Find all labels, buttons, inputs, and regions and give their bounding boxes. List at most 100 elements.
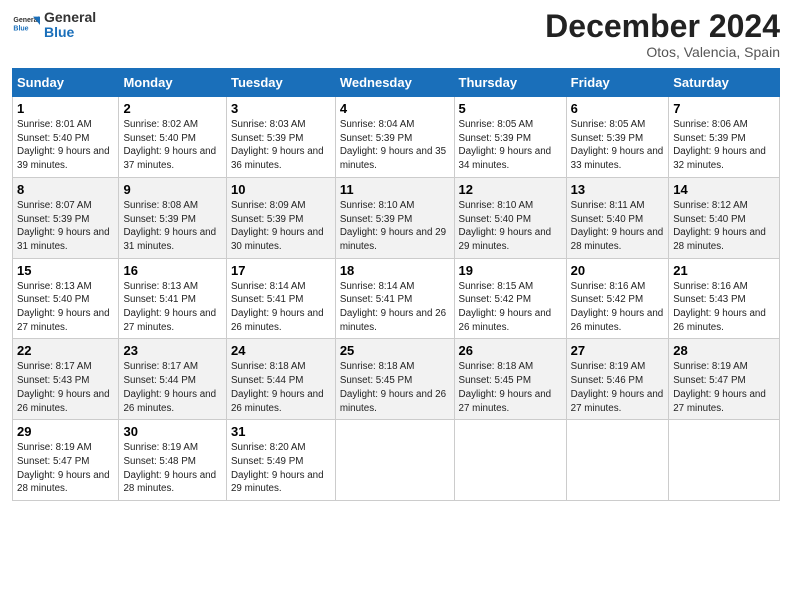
day-number: 19 <box>459 263 562 278</box>
cell-info: Sunrise: 8:16 AMSunset: 5:42 PMDaylight:… <box>571 281 664 333</box>
calendar-cell: 7Sunrise: 8:06 AMSunset: 5:39 PMDaylight… <box>669 97 780 178</box>
cell-info: Sunrise: 8:18 AMSunset: 5:44 PMDaylight:… <box>231 361 324 413</box>
column-header-friday: Friday <box>566 69 669 97</box>
day-number: 5 <box>459 101 562 116</box>
day-number: 27 <box>571 343 665 358</box>
calendar-cell <box>454 420 566 501</box>
day-number: 31 <box>231 424 331 439</box>
cell-info: Sunrise: 8:08 AMSunset: 5:39 PMDaylight:… <box>123 200 216 252</box>
calendar-table: SundayMondayTuesdayWednesdayThursdayFrid… <box>12 68 780 501</box>
calendar-cell: 27 Sunrise: 8:19 AMSunset: 5:46 PMDayligh… <box>566 339 669 420</box>
calendar-cell: 1 Sunrise: 8:01 AMSunset: 5:40 PMDaylight… <box>13 97 119 178</box>
day-number: 29 <box>17 424 114 439</box>
calendar-cell: 10 Sunrise: 8:09 AMSunset: 5:39 PMDayligh… <box>226 177 335 258</box>
day-number: 11 <box>340 182 450 197</box>
column-header-monday: Monday <box>119 69 227 97</box>
day-number: 10 <box>231 182 331 197</box>
week-row-5: 29Sunrise: 8:19 AMSunset: 5:47 PMDayligh… <box>13 420 780 501</box>
calendar-cell: 8Sunrise: 8:07 AMSunset: 5:39 PMDaylight… <box>13 177 119 258</box>
cell-info: Sunrise: 8:04 AMSunset: 5:39 PMDaylight:… <box>340 119 446 171</box>
day-number: 23 <box>123 343 222 358</box>
cell-info: Sunrise: 8:02 AMSunset: 5:40 PMDaylight:… <box>123 119 216 171</box>
calendar-cell: 18 Sunrise: 8:14 AMSunset: 5:41 PMDayligh… <box>335 258 454 339</box>
calendar-cell: 24 Sunrise: 8:18 AMSunset: 5:44 PMDayligh… <box>226 339 335 420</box>
calendar-cell: 5Sunrise: 8:05 AMSunset: 5:39 PMDaylight… <box>454 97 566 178</box>
cell-info: Sunrise: 8:19 AMSunset: 5:46 PMDaylight:… <box>571 361 664 413</box>
day-number: 25 <box>340 343 450 358</box>
calendar-cell: 16 Sunrise: 8:13 AMSunset: 5:41 PMDayligh… <box>119 258 227 339</box>
day-number: 9 <box>123 182 222 197</box>
column-header-saturday: Saturday <box>669 69 780 97</box>
day-number: 24 <box>231 343 331 358</box>
cell-info: Sunrise: 8:10 AMSunset: 5:39 PMDaylight:… <box>340 200 446 252</box>
cell-info: Sunrise: 8:15 AMSunset: 5:42 PMDaylight:… <box>459 281 552 333</box>
calendar-cell: 23Sunrise: 8:17 AMSunset: 5:44 PMDayligh… <box>119 339 227 420</box>
cell-info: Sunrise: 8:14 AMSunset: 5:41 PMDaylight:… <box>340 281 446 333</box>
calendar-cell: 12 Sunrise: 8:10 AMSunset: 5:40 PMDayligh… <box>454 177 566 258</box>
calendar-cell: 9 Sunrise: 8:08 AMSunset: 5:39 PMDaylight… <box>119 177 227 258</box>
calendar-cell: 26 Sunrise: 8:18 AMSunset: 5:45 PMDayligh… <box>454 339 566 420</box>
cell-info: Sunrise: 8:01 AMSunset: 5:40 PMDaylight:… <box>17 119 110 171</box>
calendar-cell: 25 Sunrise: 8:18 AMSunset: 5:45 PMDayligh… <box>335 339 454 420</box>
calendar-cell <box>669 420 780 501</box>
calendar-cell <box>335 420 454 501</box>
day-number: 12 <box>459 182 562 197</box>
day-number: 6 <box>571 101 665 116</box>
day-number: 14 <box>673 182 775 197</box>
calendar-cell <box>566 420 669 501</box>
cell-info: Sunrise: 8:17 AMSunset: 5:43 PMDaylight:… <box>17 361 110 413</box>
cell-info: Sunrise: 8:14 AMSunset: 5:41 PMDaylight:… <box>231 281 324 333</box>
cell-info: Sunrise: 8:20 AMSunset: 5:49 PMDaylight:… <box>231 442 324 494</box>
day-number: 18 <box>340 263 450 278</box>
calendar-cell: 29Sunrise: 8:19 AMSunset: 5:47 PMDayligh… <box>13 420 119 501</box>
calendar-cell: 31 Sunrise: 8:20 AMSunset: 5:49 PMDayligh… <box>226 420 335 501</box>
main-container: General Blue General Blue December 2024 … <box>0 0 792 509</box>
svg-text:Blue: Blue <box>13 26 28 33</box>
day-number: 21 <box>673 263 775 278</box>
title-block: December 2024 Otos, Valencia, Spain <box>545 10 780 60</box>
calendar-cell: 15Sunrise: 8:13 AMSunset: 5:40 PMDayligh… <box>13 258 119 339</box>
day-number: 28 <box>673 343 775 358</box>
calendar-cell: 19 Sunrise: 8:15 AMSunset: 5:42 PMDayligh… <box>454 258 566 339</box>
day-number: 13 <box>571 182 665 197</box>
logo-text: General Blue <box>44 10 96 41</box>
cell-info: Sunrise: 8:12 AMSunset: 5:40 PMDaylight:… <box>673 200 766 252</box>
calendar-cell: 3 Sunrise: 8:03 AMSunset: 5:39 PMDaylight… <box>226 97 335 178</box>
calendar-cell: 11 Sunrise: 8:10 AMSunset: 5:39 PMDayligh… <box>335 177 454 258</box>
day-number: 20 <box>571 263 665 278</box>
header-row: SundayMondayTuesdayWednesdayThursdayFrid… <box>13 69 780 97</box>
cell-info: Sunrise: 8:16 AMSunset: 5:43 PMDaylight:… <box>673 281 766 333</box>
day-number: 16 <box>123 263 222 278</box>
column-header-tuesday: Tuesday <box>226 69 335 97</box>
calendar-cell: 21 Sunrise: 8:16 AMSunset: 5:43 PMDayligh… <box>669 258 780 339</box>
day-number: 7 <box>673 101 775 116</box>
calendar-cell: 28Sunrise: 8:19 AMSunset: 5:47 PMDayligh… <box>669 339 780 420</box>
calendar-cell: 17Sunrise: 8:14 AMSunset: 5:41 PMDayligh… <box>226 258 335 339</box>
cell-info: Sunrise: 8:05 AMSunset: 5:39 PMDaylight:… <box>571 119 664 171</box>
day-number: 30 <box>123 424 222 439</box>
header: General Blue General Blue December 2024 … <box>12 10 780 60</box>
cell-info: Sunrise: 8:13 AMSunset: 5:41 PMDaylight:… <box>123 281 216 333</box>
cell-info: Sunrise: 8:10 AMSunset: 5:40 PMDaylight:… <box>459 200 552 252</box>
month-title: December 2024 <box>545 10 780 42</box>
day-number: 26 <box>459 343 562 358</box>
cell-info: Sunrise: 8:03 AMSunset: 5:39 PMDaylight:… <box>231 119 324 171</box>
cell-info: Sunrise: 8:18 AMSunset: 5:45 PMDaylight:… <box>340 361 446 413</box>
day-number: 22 <box>17 343 114 358</box>
logo-icon: General Blue <box>12 11 40 39</box>
week-row-3: 15Sunrise: 8:13 AMSunset: 5:40 PMDayligh… <box>13 258 780 339</box>
column-header-thursday: Thursday <box>454 69 566 97</box>
cell-info: Sunrise: 8:18 AMSunset: 5:45 PMDaylight:… <box>459 361 552 413</box>
calendar-cell: 22 Sunrise: 8:17 AMSunset: 5:43 PMDayligh… <box>13 339 119 420</box>
calendar-cell: 4Sunrise: 8:04 AMSunset: 5:39 PMDaylight… <box>335 97 454 178</box>
calendar-cell: 13 Sunrise: 8:11 AMSunset: 5:40 PMDayligh… <box>566 177 669 258</box>
day-number: 1 <box>17 101 114 116</box>
cell-info: Sunrise: 8:09 AMSunset: 5:39 PMDaylight:… <box>231 200 324 252</box>
cell-info: Sunrise: 8:11 AMSunset: 5:40 PMDaylight:… <box>571 200 664 252</box>
day-number: 3 <box>231 101 331 116</box>
cell-info: Sunrise: 8:07 AMSunset: 5:39 PMDaylight:… <box>17 200 110 252</box>
week-row-4: 22 Sunrise: 8:17 AMSunset: 5:43 PMDayligh… <box>13 339 780 420</box>
column-header-wednesday: Wednesday <box>335 69 454 97</box>
calendar-cell: 20 Sunrise: 8:16 AMSunset: 5:42 PMDayligh… <box>566 258 669 339</box>
column-header-sunday: Sunday <box>13 69 119 97</box>
